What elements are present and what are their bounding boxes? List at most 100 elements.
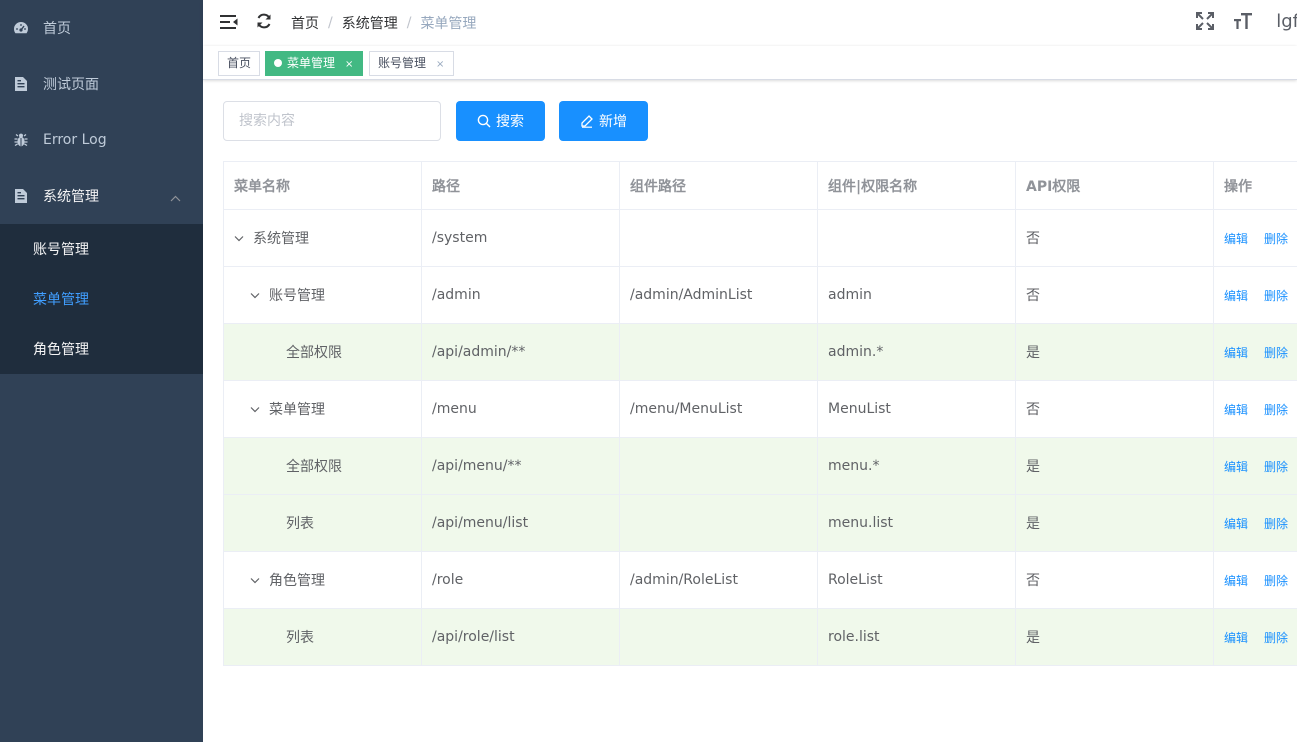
sidebar-item-account[interactable]: 账号管理 — [0, 224, 203, 274]
component-path — [619, 323, 818, 381]
chevron-down-icon[interactable] — [250, 292, 264, 299]
delete-button[interactable]: 删除 — [1264, 289, 1288, 303]
menu-name: 全部权限 — [286, 459, 342, 475]
component-path — [619, 437, 818, 495]
sidebar-item-home[interactable]: 首页 — [0, 0, 203, 56]
sidebar-submenu: 账号管理 菜单管理 角色管理 — [0, 224, 203, 374]
menu-path: /api/admin/** — [421, 323, 620, 381]
edit-button[interactable]: 编辑 — [1224, 574, 1248, 588]
delete-button[interactable]: 删除 — [1264, 403, 1288, 417]
menu-path: /api/role/list — [421, 608, 620, 666]
sidebar-item-role[interactable]: 角色管理 — [0, 324, 203, 374]
perm-name: RoleList — [817, 551, 1016, 609]
tag-menu[interactable]: 菜单管理 × — [265, 51, 363, 76]
chevron-up-icon — [170, 190, 181, 206]
perm-name: MenuList — [817, 380, 1016, 438]
fullscreen-icon[interactable] — [1194, 10, 1216, 32]
api-flag: 否 — [1015, 266, 1214, 324]
refresh-icon[interactable] — [255, 12, 273, 32]
menu-path: /role — [421, 551, 620, 609]
breadcrumb-item-home[interactable]: 首页 — [291, 13, 319, 33]
delete-button[interactable]: 删除 — [1264, 460, 1288, 474]
sidebar-item-label: 账号管理 — [33, 242, 89, 258]
column-header: 菜单名称 — [223, 161, 422, 210]
add-button[interactable]: 新增 — [559, 101, 648, 141]
edit-button[interactable]: 编辑 — [1224, 631, 1248, 645]
font-size-icon[interactable] — [1232, 10, 1254, 32]
edit-button[interactable]: 编辑 — [1224, 517, 1248, 531]
delete-button[interactable]: 删除 — [1264, 631, 1288, 645]
hamburger-icon[interactable] — [220, 13, 238, 31]
search-button[interactable]: 搜索 — [456, 101, 545, 141]
dashboard-icon — [12, 19, 30, 37]
sidebar-item-system[interactable]: 系统管理 — [0, 168, 203, 224]
perm-name: admin.* — [817, 323, 1016, 381]
edit-button[interactable]: 编辑 — [1224, 232, 1248, 246]
chevron-down-icon[interactable] — [250, 577, 264, 584]
component-path: /menu/MenuList — [619, 380, 818, 438]
close-icon[interactable]: × — [436, 59, 444, 70]
menu-path: /admin — [421, 266, 620, 324]
chevron-down-icon[interactable] — [234, 235, 248, 242]
sidebar-item-error-log[interactable]: Error Log — [0, 112, 203, 168]
delete-button[interactable]: 删除 — [1264, 517, 1288, 531]
sidebar-item-menu[interactable]: 菜单管理 — [0, 274, 203, 324]
tag-label: 账号管理 — [378, 56, 427, 70]
navbar: 首页 / 系统管理 / 菜单管理 lgf — [203, 0, 1297, 46]
table-row: 列表 /api/role/list role.list 是 编辑 删除 — [223, 608, 1297, 666]
perm-name: admin — [817, 266, 1016, 324]
table-row: 角色管理 /role /admin/RoleList RoleList 否 编辑… — [223, 551, 1297, 609]
sidebar-item-label: 角色管理 — [33, 342, 89, 358]
main-area: 首页 / 系统管理 / 菜单管理 lgf 首页 菜单管理 × 账号管理 × 搜索… — [203, 0, 1297, 742]
sidebar-item-label: 首页 — [43, 21, 71, 37]
bug-icon — [12, 131, 30, 149]
component-path: /admin/RoleList — [619, 551, 818, 609]
delete-button[interactable]: 删除 — [1264, 346, 1288, 360]
tag-home[interactable]: 首页 — [218, 51, 261, 76]
sidebar-item-test-page[interactable]: 测试页面 — [0, 56, 203, 112]
breadcrumb-item-system[interactable]: 系统管理 — [342, 13, 398, 33]
sidebar-item-label: 系统管理 — [43, 189, 99, 205]
delete-button[interactable]: 删除 — [1264, 574, 1288, 588]
sidebar-item-label: Error Log — [43, 132, 107, 148]
menu-path: /api/menu/** — [421, 437, 620, 495]
table-row: 列表 /api/menu/list menu.list 是 编辑 删除 — [223, 494, 1297, 552]
navbar-tools: lgf — [1194, 10, 1297, 32]
edit-button[interactable]: 编辑 — [1224, 460, 1248, 474]
component-path — [619, 608, 818, 666]
sidebar: 首页 测试页面 Error Log 系统管理 账号管理 菜单管理 角色管理 — [0, 0, 203, 742]
tag-account[interactable]: 账号管理 × — [369, 51, 454, 76]
add-button-label: 新增 — [599, 114, 627, 130]
api-flag: 是 — [1015, 437, 1214, 495]
search-input[interactable] — [223, 101, 441, 141]
edit-button[interactable]: 编辑 — [1224, 289, 1248, 303]
column-header: 组件路径 — [619, 161, 818, 210]
menu-table: 菜单名称 路径 组件路径 组件|权限名称 API权限 操作 系统管理 /syst… — [223, 161, 1297, 666]
delete-button[interactable]: 删除 — [1264, 232, 1288, 246]
api-flag: 是 — [1015, 608, 1214, 666]
sidebar-item-label: 菜单管理 — [33, 292, 89, 308]
edit-button[interactable]: 编辑 — [1224, 403, 1248, 417]
perm-name: menu.list — [817, 494, 1016, 552]
chevron-down-icon[interactable] — [250, 406, 264, 413]
username[interactable]: lgf — [1276, 11, 1297, 32]
menu-name: 系统管理 — [253, 231, 309, 247]
table-row: 全部权限 /api/menu/** menu.* 是 编辑 删除 — [223, 437, 1297, 495]
table-row: 账号管理 /admin /admin/AdminList admin 否 编辑 删… — [223, 266, 1297, 324]
breadcrumb-item-current: 菜单管理 — [420, 16, 477, 32]
tags-view: 首页 菜单管理 × 账号管理 × — [203, 46, 1297, 80]
close-icon[interactable]: × — [345, 59, 353, 70]
component-path — [619, 494, 818, 552]
edit-icon — [580, 114, 594, 128]
column-header: 操作 — [1213, 161, 1297, 210]
table-row: 菜单管理 /menu /menu/MenuList MenuList 否 编辑 删… — [223, 380, 1297, 438]
menu-path: /menu — [421, 380, 620, 438]
edit-button[interactable]: 编辑 — [1224, 346, 1248, 360]
menu-name: 列表 — [286, 516, 314, 532]
api-flag: 否 — [1015, 380, 1214, 438]
api-flag: 否 — [1015, 209, 1214, 267]
perm-name: menu.* — [817, 437, 1016, 495]
document-icon — [12, 75, 30, 93]
table-row: 系统管理 /system 否 编辑 删除 — [223, 209, 1297, 267]
column-header: 路径 — [421, 161, 620, 210]
